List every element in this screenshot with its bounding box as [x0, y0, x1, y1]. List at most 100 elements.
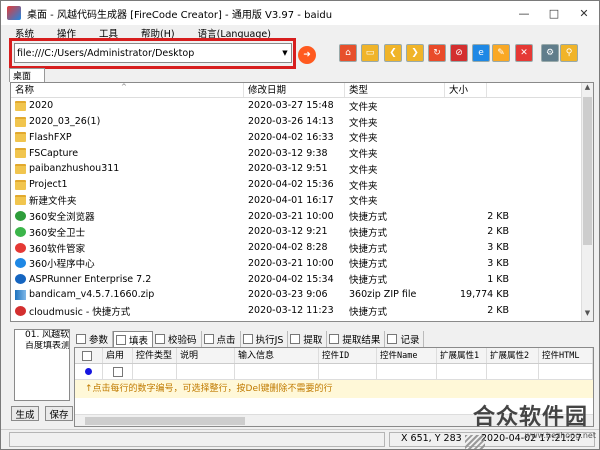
refresh-icon[interactable]: ↻ [428, 44, 446, 62]
file-row[interactable]: ASPRunner Enterprise 7.2 2020-04-02 15:34… [11, 271, 583, 287]
grid-column-header[interactable]: 说明 [177, 348, 235, 363]
file-row[interactable]: 360安全浏览器 2020-03-21 10:00 快捷方式 2 KB [11, 208, 583, 224]
file-row[interactable]: 2020 2020-03-27 15:48 文件夹 [11, 98, 583, 114]
file-name: 360小程序中心 [29, 259, 95, 271]
maximize-button[interactable]: □ [539, 2, 569, 24]
menu-language[interactable]: 语言(Language) [184, 26, 280, 40]
grid-cell[interactable] [319, 363, 377, 380]
tab-1[interactable]: 填表 [113, 331, 154, 347]
file-name: 2020 [29, 100, 54, 112]
grid-column-header[interactable] [75, 348, 103, 363]
pen-icon[interactable]: ✎ [492, 44, 510, 62]
menu-help[interactable]: 帮助(H) [127, 26, 184, 40]
scroll-thumb[interactable] [583, 97, 592, 245]
dropdown-arrow-icon[interactable]: ▼ [279, 49, 291, 57]
file-size: 2 KB [487, 210, 509, 222]
file-row[interactable]: 360安全卫士 2020-03-12 9:21 快捷方式 2 KB [11, 224, 583, 240]
file-size: 19,774 KB [459, 289, 509, 301]
column-name[interactable]: 名称 ^ [11, 83, 244, 97]
grid-cell[interactable] [539, 363, 593, 380]
menu-system[interactable]: 系统 [1, 26, 43, 40]
go-button[interactable]: ➜ [298, 46, 316, 64]
tab-7[interactable]: 记录 [385, 331, 425, 347]
horizontal-scrollbar[interactable] [75, 414, 593, 426]
file-row[interactable]: bandicam_v4.5.7.1660.zip 2020-03-23 9:06 3… [11, 287, 583, 303]
tab-4[interactable]: 执行JS [241, 331, 289, 347]
file-type: 文件夹 [349, 180, 378, 192]
grid-column-header[interactable]: 扩展属性1 [437, 348, 487, 363]
column-size[interactable]: 大小 [445, 83, 487, 97]
tab-6[interactable]: 提取结果 [327, 331, 386, 347]
vertical-scrollbar[interactable]: ▲ ▼ [581, 83, 593, 321]
select-all-checkbox[interactable] [82, 350, 92, 361]
file-row[interactable]: FSCapture 2020-03-12 9:38 文件夹 [11, 145, 583, 161]
search-icon[interactable]: ⚲ [560, 44, 578, 62]
tab-3[interactable]: 点击 [202, 331, 241, 347]
address-input[interactable]: file:///C:/Users/Administrator/Desktop [15, 48, 279, 59]
title-bar[interactable]: 桌面 - 风越代码生成器 [FireCode Creator] - 通用版 V3… [1, 1, 599, 25]
folder-icon[interactable]: ▭ [361, 44, 379, 62]
ie-icon[interactable]: e [472, 44, 490, 62]
grid-cell[interactable] [487, 363, 539, 380]
shortcut-icon [15, 274, 26, 285]
tab-0[interactable]: 参数 [74, 331, 114, 347]
grid-column-header[interactable]: 输入信息 [235, 348, 319, 363]
file-name: bandicam_v4.5.7.1660.zip [29, 289, 155, 301]
column-date[interactable]: 修改日期 [244, 83, 345, 97]
scroll-down-icon[interactable]: ▼ [582, 309, 593, 321]
enable-checkbox[interactable] [112, 366, 123, 377]
tree-item[interactable]: 百度填表测 [15, 341, 69, 352]
file-row[interactable]: 360软件管家 2020-04-02 8:28 快捷方式 3 KB [11, 240, 583, 256]
grid-new-row[interactable] [75, 363, 593, 380]
grid-cell[interactable] [235, 363, 319, 380]
scroll-up-icon[interactable]: ▲ [582, 83, 593, 95]
grid-cell[interactable] [377, 363, 437, 380]
tab-icon [76, 334, 86, 344]
file-row[interactable]: 新建文件夹 2020-04-01 16:17 文件夹 [11, 193, 583, 209]
grid-column-header[interactable]: 启用 [103, 348, 133, 363]
file-type: 360zip ZIP file [349, 289, 417, 301]
grid-column-header[interactable]: 控件ID [319, 348, 377, 363]
grid-column-header[interactable]: 控件HTML [539, 348, 593, 363]
grid-cell[interactable] [437, 363, 487, 380]
address-combobox[interactable]: file:///C:/Users/Administrator/Desktop ▼ [14, 43, 292, 63]
tab-desktop[interactable]: 桌面 [9, 68, 45, 82]
file-name-cell: FSCapture [11, 148, 244, 159]
file-row[interactable]: Project1 2020-04-02 15:36 文件夹 [11, 177, 583, 193]
column-type[interactable]: 类型 [345, 83, 445, 97]
tab-label: 记录 [400, 335, 420, 346]
stop-icon[interactable]: ⊘ [450, 44, 468, 62]
folder-icon [15, 116, 26, 127]
tab-2[interactable]: 校验码 [153, 331, 202, 347]
menu-tools[interactable]: 工具 [85, 26, 127, 40]
tree-item[interactable]: 01. 风越软 [15, 330, 69, 341]
tab-5[interactable]: 提取 [288, 331, 328, 347]
close-button[interactable]: ✕ [569, 2, 599, 24]
grid-column-header[interactable]: 扩展属性2 [487, 348, 539, 363]
menu-operate[interactable]: 操作 [43, 26, 85, 40]
save-button[interactable]: 保存 [45, 406, 73, 421]
grid-cell[interactable] [177, 363, 235, 380]
forward-icon[interactable]: ❯ [406, 44, 424, 62]
grid-cell[interactable] [133, 363, 177, 380]
file-date: 2020-04-01 16:17 [248, 194, 334, 206]
enable-cell[interactable] [103, 363, 133, 380]
file-row[interactable]: 360小程序中心 2020-03-21 10:00 快捷方式 3 KB [11, 256, 583, 272]
grid-column-header[interactable]: 控件类型 [133, 348, 177, 363]
delete-icon[interactable]: ✕ [515, 44, 533, 62]
grid-header: 启用 控件类型 说明 输入信息 控件ID 控件Name 扩展属性1 扩展属性2 控件HTML [75, 348, 593, 364]
file-name: 360软件管家 [29, 243, 86, 255]
task-tree: 01. 风越软 百度填表测 [14, 329, 70, 401]
file-row[interactable]: paibanzhushou311 2020-03-12 9:51 文件夹 [11, 161, 583, 177]
grid-column-header[interactable]: 控件Name [377, 348, 437, 363]
hscroll-thumb[interactable] [85, 417, 245, 425]
file-row[interactable]: cloudmusic - 快捷方式 2020-03-12 11:23 快捷方式 2 K… [11, 303, 583, 319]
home-icon[interactable]: ⌂ [339, 44, 357, 62]
generate-button[interactable]: 生成 [11, 406, 39, 421]
file-row[interactable]: 2020_03_26(1) 2020-03-26 14:13 文件夹 [11, 114, 583, 130]
back-icon[interactable]: ❮ [384, 44, 402, 62]
status-datetime: 2020-04-02 17:21:27 [481, 433, 582, 444]
file-row[interactable]: FlashFXP 2020-04-02 16:33 文件夹 [11, 130, 583, 146]
minimize-button[interactable]: — [509, 2, 539, 24]
settings-icon[interactable]: ⚙ [541, 44, 559, 62]
